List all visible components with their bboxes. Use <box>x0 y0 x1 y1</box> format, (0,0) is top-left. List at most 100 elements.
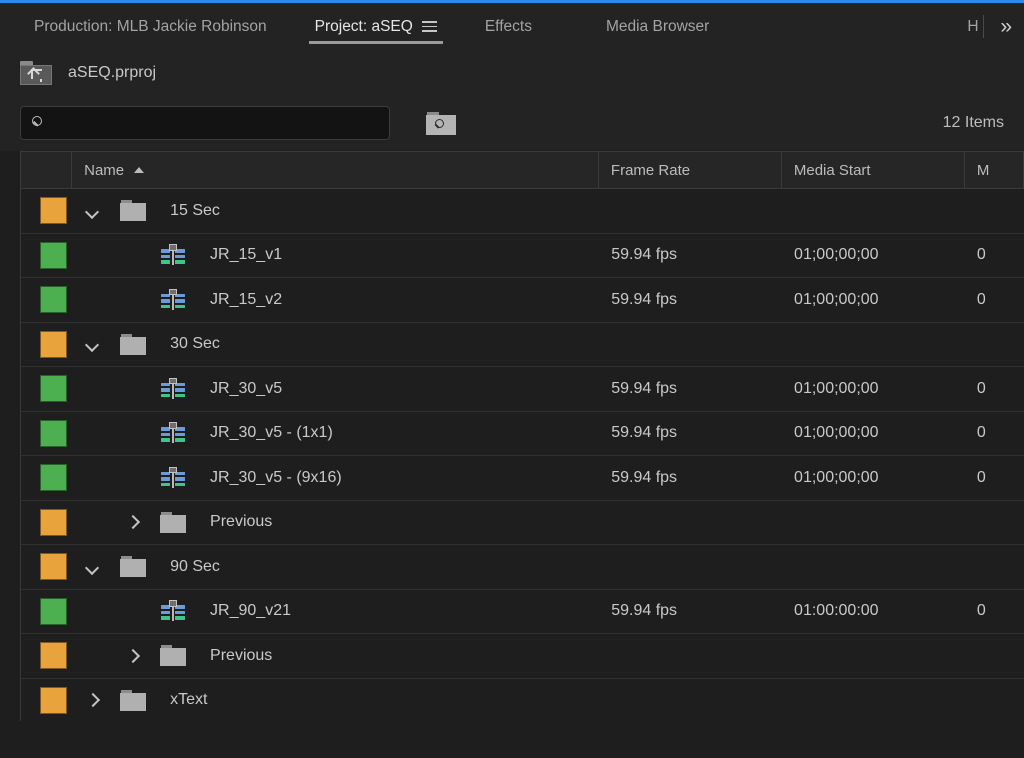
row-name-cell: 15 Sec <box>72 189 599 233</box>
row-media-end-cell: 0 <box>976 246 986 264</box>
tab-project[interactable]: Project: aSEQ <box>299 3 453 50</box>
table-row[interactable]: 90 Sec <box>21 545 1024 590</box>
row-name-cell: JR_90_v21 <box>72 590 599 634</box>
row-name-label: JR_30_v5 - (1x1) <box>210 424 333 442</box>
row-media-start-cell <box>782 323 965 367</box>
bin-color-swatch[interactable] <box>40 508 67 536</box>
row-media-start-cell <box>782 501 965 545</box>
sequence-color-swatch[interactable] <box>40 241 67 269</box>
table-row[interactable]: Previous <box>21 500 1024 545</box>
table-row[interactable]: JR_15_v2 59.94 fps 01;00;00;00 0 <box>21 278 1024 323</box>
column-header-media-end[interactable]: M <box>965 152 1024 188</box>
bin-color-swatch[interactable] <box>40 686 67 714</box>
tab-project-label: Project: aSEQ <box>314 17 413 35</box>
table-row[interactable]: JR_15_v1 59.94 fps 01;00;00;00 0 <box>21 233 1024 278</box>
chevron-right-icon[interactable] <box>84 692 100 708</box>
row-color-label-cell <box>21 634 72 678</box>
bin-color-swatch[interactable] <box>40 330 67 358</box>
sequence-icon <box>160 244 186 266</box>
chevron-down-icon[interactable] <box>84 336 100 352</box>
row-frame-rate-cell: 59.94 fps <box>611 246 678 264</box>
chevron-down-icon[interactable] <box>84 203 100 219</box>
tab-production[interactable]: Production: MLB Jackie Robinson <box>18 3 283 50</box>
hamburger-menu-icon[interactable] <box>421 20 437 34</box>
row-media-end-cell: 0 <box>976 290 986 308</box>
table-row[interactable]: Previous <box>21 634 1024 679</box>
bin-folder-icon <box>120 556 147 578</box>
table-row[interactable]: JR_90_v21 59.94 fps 01:00:00:00 0 <box>21 589 1024 634</box>
search-row: 12 Items <box>0 95 1024 151</box>
sequence-icon <box>160 466 186 489</box>
sequence-color-swatch[interactable] <box>40 375 67 403</box>
sequence-icon <box>160 288 186 311</box>
row-name-cell: JR_15_v1 <box>72 234 599 278</box>
row-media-start-cell: 01;00;00;00 <box>794 379 879 397</box>
bin-folder-icon <box>160 511 187 533</box>
bin-color-swatch[interactable] <box>40 553 67 581</box>
panel-tab-bar: Production: MLB Jackie Robinson Project:… <box>0 3 1024 50</box>
table-row[interactable]: 30 Sec <box>21 322 1024 367</box>
row-media-end-cell: 0 <box>976 468 986 486</box>
tab-production-label: Production: MLB Jackie Robinson <box>34 17 267 35</box>
bin-folder-icon <box>160 645 187 667</box>
column-header-frame-rate[interactable]: Frame Rate <box>599 152 782 188</box>
row-color-label-cell <box>21 189 72 233</box>
row-name-label: 30 Sec <box>170 335 220 353</box>
tab-media-browser[interactable]: Media Browser <box>590 3 725 50</box>
sequence-color-swatch[interactable] <box>40 286 67 314</box>
table-row[interactable]: JR_30_v5 59.94 fps 01;00;00;00 0 <box>21 367 1024 412</box>
row-media-end-cell <box>965 545 1024 589</box>
sequence-icon <box>160 600 186 622</box>
row-media-start-cell <box>782 679 965 722</box>
tab-gap-3 <box>548 3 590 50</box>
tab-effects[interactable]: Effects <box>469 3 548 50</box>
bin-folder-icon <box>120 333 147 355</box>
column-header-name[interactable]: Name <box>72 152 599 188</box>
tab-clipped-history[interactable]: H <box>949 3 983 50</box>
chevron-right-icon[interactable] <box>124 648 140 664</box>
row-media-end-cell: 0 <box>976 424 986 442</box>
table-row[interactable]: xText <box>21 678 1024 722</box>
column-header-media-start[interactable]: Media Start <box>782 152 965 188</box>
find-in-bin-icon[interactable] <box>426 111 456 135</box>
sequence-color-swatch[interactable] <box>40 464 67 492</box>
chevron-down-icon[interactable] <box>84 559 100 575</box>
bin-color-swatch[interactable] <box>40 642 67 670</box>
bin-color-swatch[interactable] <box>40 197 67 225</box>
row-media-start-cell: 01:00:00:00 <box>794 602 879 620</box>
item-count-label: 12 Items <box>942 114 1004 131</box>
row-media-start-cell: 01;00;00;00 <box>794 424 879 442</box>
row-media-end-cell: 0 <box>976 379 986 397</box>
row-media-end-cell <box>965 189 1024 233</box>
sequence-color-swatch[interactable] <box>40 597 67 625</box>
row-frame-rate-cell <box>599 545 782 589</box>
row-frame-rate-cell <box>599 323 782 367</box>
table-row[interactable]: JR_30_v5 - (1x1) 59.94 fps 01;00;00;00 0 <box>21 411 1024 456</box>
project-item-table: Name Frame Rate Media Start M 15 Sec JR_1… <box>20 151 1024 721</box>
column-header-label[interactable] <box>21 152 73 188</box>
row-frame-rate-cell <box>599 634 782 678</box>
row-name-label: JR_30_v5 - (9x16) <box>210 468 342 486</box>
row-media-start-cell: 01;00;00;00 <box>794 290 879 308</box>
tab-gap-1 <box>283 3 299 50</box>
row-frame-rate-cell: 59.94 fps <box>611 379 678 397</box>
row-color-label-cell <box>21 545 72 589</box>
row-color-label-cell <box>21 501 72 545</box>
row-name-cell: 90 Sec <box>72 545 599 589</box>
search-input[interactable] <box>54 115 379 131</box>
sequence-color-swatch[interactable] <box>40 419 67 447</box>
row-color-label-cell <box>21 278 72 322</box>
row-name-cell: xText <box>72 679 599 722</box>
table-row[interactable]: 15 Sec <box>21 189 1024 234</box>
navigate-up-folder-icon[interactable] <box>20 60 52 85</box>
tab-overflow-chevron-icon[interactable]: » <box>984 3 1024 50</box>
row-name-cell: Previous <box>72 501 599 545</box>
table-row[interactable]: JR_30_v5 - (9x16) 59.94 fps 01;00;00;00 0 <box>21 456 1024 501</box>
chevron-right-icon[interactable] <box>124 514 140 530</box>
search-box[interactable] <box>20 106 390 140</box>
